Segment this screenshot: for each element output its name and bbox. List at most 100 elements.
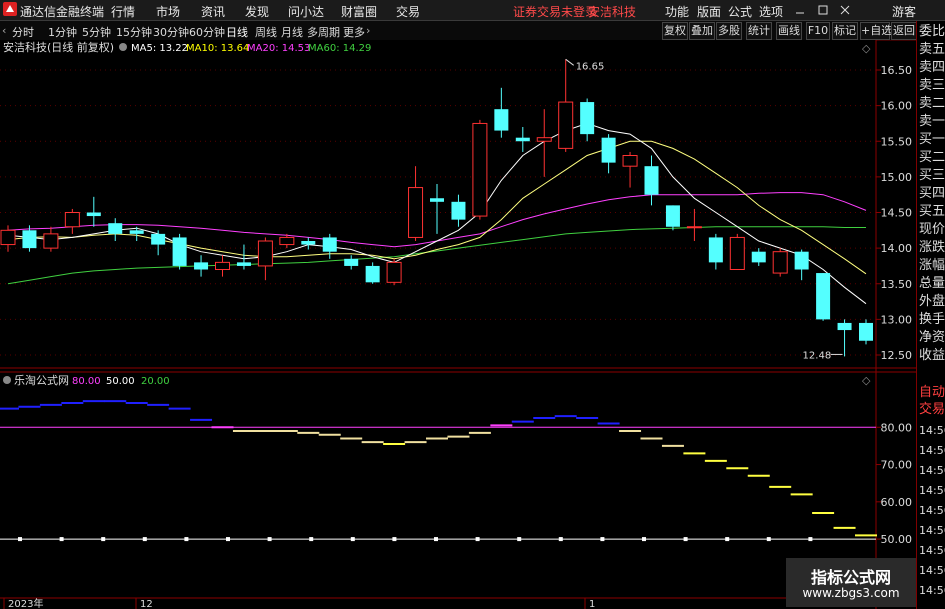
quote-label: 买三 <box>919 168 945 183</box>
price-tick-label: 16.50 <box>881 64 913 77</box>
quote-label: 卖二 <box>919 96 945 111</box>
candle-body <box>64 212 80 228</box>
indicator-50-marker <box>392 537 397 542</box>
indicator-tick-label: 70.00 <box>881 459 913 472</box>
back-button[interactable]: 返回 <box>891 22 917 40</box>
indicator-50-marker <box>267 537 272 542</box>
menu-item-layout[interactable]: 版面 <box>697 3 721 20</box>
quote-label: 外盘 <box>919 294 945 309</box>
tab-period-60min[interactable]: 60分钟 <box>189 24 225 40</box>
quote-label: 卖四 <box>919 60 945 75</box>
candle-body <box>408 187 424 238</box>
guest-account[interactable]: 游客 <box>892 3 916 20</box>
quote-label: 净资 <box>919 330 945 345</box>
login-notice[interactable]: 证券交易未登录 <box>513 3 597 20</box>
close-icon[interactable] <box>840 4 850 18</box>
tab-period-15min[interactable]: 15分钟 <box>116 24 152 40</box>
x-tick-label: 1 <box>589 599 595 609</box>
maximize-icon[interactable] <box>818 4 828 18</box>
y-axis-ticks: 16.50 16.00 15.50 15.00 14.50 14.00 13.50 13.00… <box>876 64 912 583</box>
indicator-tick-label: 60.00 <box>881 496 913 509</box>
indicator-50-marker <box>808 537 813 542</box>
menu-item-market[interactable]: 行情 <box>111 3 135 20</box>
indicator-tick-label: 50.00 <box>881 533 913 546</box>
candle-body <box>536 137 552 142</box>
tab-period-multi[interactable]: 多周期 <box>307 24 340 40</box>
auto-trade-label[interactable]: 自动 <box>919 384 945 402</box>
kline-chart[interactable]: 16.50 16.00 15.50 15.00 14.50 14.00 13.50 13.00… <box>0 40 916 609</box>
indicator-50-marker <box>683 537 688 542</box>
candle-body <box>129 230 144 234</box>
add-watchlist-button[interactable]: +自选 <box>860 22 892 40</box>
candle-body <box>601 137 616 163</box>
statistics-button[interactable]: 统计 <box>746 22 772 40</box>
draw-line-button[interactable]: 画线 <box>776 22 802 40</box>
candle-body <box>215 261 230 270</box>
collapse-icon[interactable]: ◇ <box>862 42 871 55</box>
quote-label: 买二 <box>919 150 945 165</box>
tab-period-monthly[interactable]: 月线 <box>281 24 303 40</box>
prev-arrow-icon[interactable]: ‹ <box>2 24 6 37</box>
candle-body <box>751 251 766 263</box>
multi-stock-button[interactable]: 多股 <box>716 22 742 40</box>
menu-item-formula[interactable]: 公式 <box>728 3 752 20</box>
menu-item-discover[interactable]: 发现 <box>245 3 269 20</box>
candle-body <box>365 265 380 283</box>
app-title: 通达信金融终端 <box>20 5 105 19</box>
indicator-param-20: 20.00 <box>141 376 170 387</box>
tab-period-more[interactable]: 更多 <box>343 24 365 40</box>
more-arrow-icon[interactable]: › <box>366 24 370 37</box>
watermark-url: www.zbgs3.com <box>802 586 900 600</box>
overlay-button[interactable]: 叠加 <box>689 22 715 40</box>
indicator-50-marker <box>725 537 730 542</box>
watermark-logo: 指标公式网 www.zbgs3.com <box>786 558 916 607</box>
quote-sidebar: 委比 卖五 卖四 卖三 卖二 卖一 买一 买二 买三 买四 买五 现价 涨跌 涨幅 总量 外盘 换手 净资 收益 自动… <box>916 21 945 609</box>
menu-item-wealth[interactable]: 财富圈 <box>341 3 377 20</box>
tab-period-30min[interactable]: 30分钟 <box>153 24 189 40</box>
price-tick-label: 13.50 <box>881 278 913 291</box>
menu-item-options[interactable]: 选项 <box>759 3 783 20</box>
chart-frame <box>0 40 916 609</box>
high-price-label: 16.65 <box>576 61 605 72</box>
candle <box>859 319 873 345</box>
candle-body <box>686 226 702 229</box>
candle-body <box>558 101 574 149</box>
quote-label: 买四 <box>919 186 945 201</box>
candle-body <box>859 322 873 341</box>
tab-period-5min[interactable]: 5分钟 <box>82 24 111 40</box>
tab-period-daily[interactable]: 日线 <box>226 24 248 40</box>
indicator-50-marker <box>434 537 438 542</box>
indicator-50-marker <box>517 537 522 542</box>
indicator-50-marker <box>101 537 106 542</box>
menu-item-news[interactable]: 资讯 <box>201 3 225 20</box>
f10-button[interactable]: F10 <box>806 22 830 40</box>
menu-item-exchange[interactable]: 市场 <box>156 3 180 20</box>
trade-time: 14:56 <box>919 544 945 557</box>
candle <box>729 233 745 270</box>
trade-time: 14:56 <box>919 464 945 477</box>
indicator-settings-icon[interactable] <box>3 376 11 384</box>
trade-time: 14:56 <box>919 444 945 457</box>
candle <box>472 119 488 220</box>
menu-item-ask[interactable]: 问小达 <box>288 3 324 20</box>
auto-trade-label[interactable]: 交易 <box>919 401 945 419</box>
menu-item-function[interactable]: 功能 <box>665 3 689 20</box>
candle-body <box>108 223 123 234</box>
tab-period-intraday[interactable]: 分时 <box>12 24 34 40</box>
candle-body <box>430 198 444 202</box>
candle-body <box>279 236 295 246</box>
candle-body <box>494 109 509 131</box>
menu-item-trade[interactable]: 交易 <box>396 3 420 20</box>
indicator-collapse-icon[interactable]: ◇ <box>862 374 871 387</box>
x-tick-label: 12 <box>140 599 153 609</box>
indicator-50-marker <box>226 537 230 542</box>
candle-body <box>43 233 59 249</box>
adjust-button[interactable]: 复权 <box>662 22 688 40</box>
mark-button[interactable]: 标记 <box>832 22 858 40</box>
minimize-icon[interactable] <box>795 4 805 18</box>
tab-period-weekly[interactable]: 周线 <box>255 24 277 40</box>
tab-period-1min[interactable]: 1分钟 <box>48 24 77 40</box>
settings-dropdown-icon[interactable] <box>119 43 127 51</box>
low-price-label: 12.48 <box>803 350 832 361</box>
period-toolbar: ‹ 分时 1分钟 5分钟 15分钟 30分钟 60分钟 日线 周线 月线 多周期… <box>0 21 917 41</box>
